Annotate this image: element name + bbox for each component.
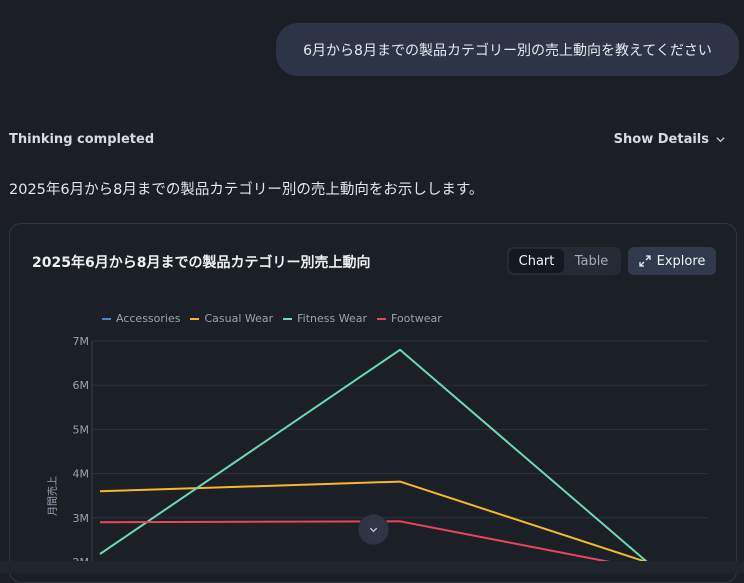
y-tick-label: 6M	[73, 379, 90, 392]
chevron-down-icon	[369, 527, 378, 533]
scroll-down-button[interactable]	[359, 515, 388, 544]
y-tick-label: 3M	[73, 512, 90, 525]
y-tick-label: 4M	[73, 468, 90, 481]
y-tick-label: 5M	[73, 423, 90, 436]
y-tick-label: 7M	[73, 335, 90, 348]
bottom-bar	[0, 561, 744, 573]
line-chart: 2M3M4M5M6M7M月間売上	[46, 335, 708, 573]
y-axis-label: 月間売上	[46, 476, 59, 516]
